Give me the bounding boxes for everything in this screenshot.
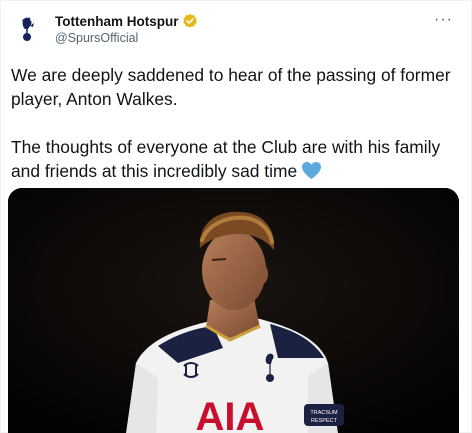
author-block[interactable]: Tottenham Hotspur @SpursOfficial <box>55 12 198 45</box>
armband-text-line-2: RESPECT <box>311 418 338 424</box>
author-handle[interactable]: @SpursOfficial <box>55 31 198 45</box>
kit-sponsor-text: AIA <box>196 395 265 433</box>
tweet-paragraph-1: We are deeply saddened to hear of the pa… <box>11 65 451 109</box>
spurs-cockerel-crest-icon <box>22 17 34 41</box>
author-display-name[interactable]: Tottenham Hotspur <box>55 14 179 29</box>
blue-heart-emoji <box>301 161 322 180</box>
tweet-text: We are deeply saddened to hear of the pa… <box>11 63 451 183</box>
tweet-paragraph-2: The thoughts of everyone at the Club are… <box>11 135 451 183</box>
tweet-paragraph-2-text: The thoughts of everyone at the Club are… <box>11 137 441 181</box>
avatar[interactable] <box>12 13 42 43</box>
tweet-media-image[interactable]: TRACSUM RESPECT AIA <box>8 188 459 433</box>
tweet-card[interactable]: Tottenham Hotspur @SpursOfficial ··· We … <box>0 0 472 433</box>
player-photo: TRACSUM RESPECT AIA <box>8 188 459 433</box>
more-options-icon[interactable]: ··· <box>434 11 453 29</box>
armband-text-line-1: TRACSUM <box>310 410 338 416</box>
gold-verified-badge-icon <box>182 13 198 29</box>
